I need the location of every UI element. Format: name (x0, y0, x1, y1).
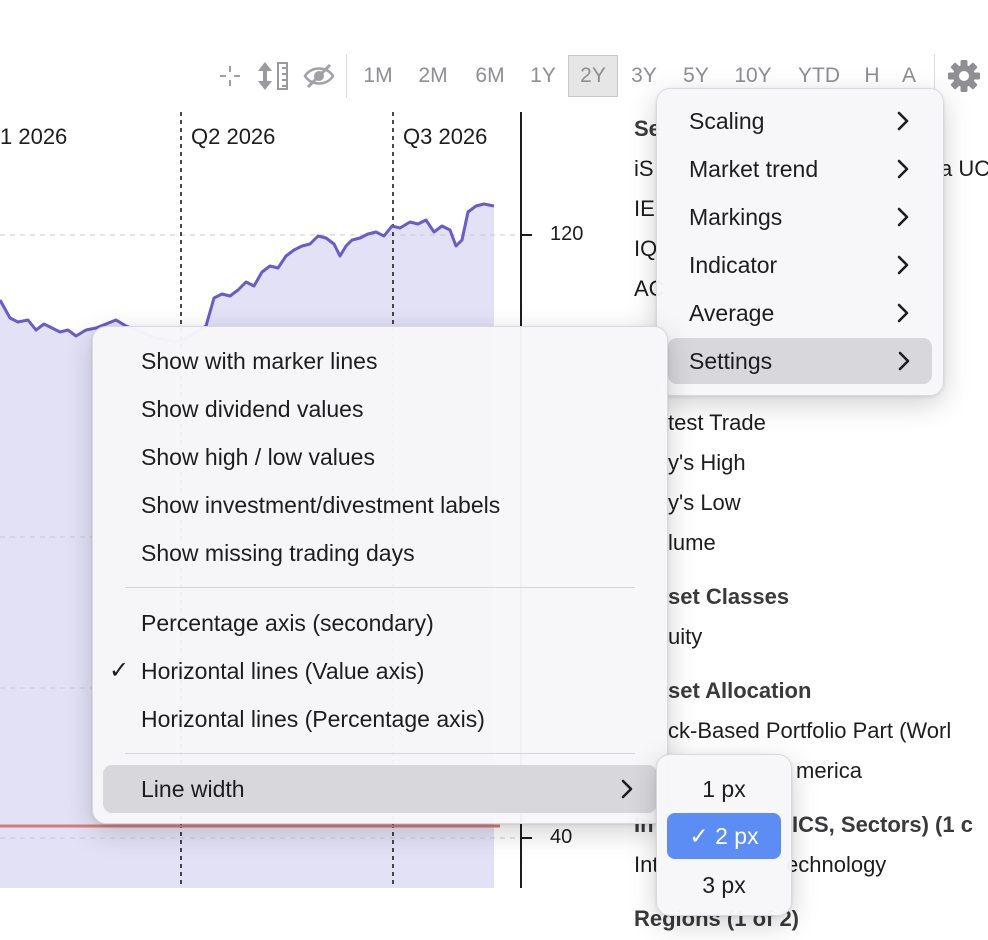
menu-item-label: Show dividend values (141, 396, 364, 422)
panel-line: lume (668, 530, 716, 555)
range-1y[interactable]: 1Y (522, 58, 564, 94)
eye-slash-icon[interactable] (302, 56, 336, 96)
menu-item-percentage-axis[interactable]: Percentage axis (secondary) (93, 601, 667, 645)
panel-heading: set Classes (668, 584, 790, 609)
crosshair-icon[interactable] (216, 56, 244, 96)
quarter-label: 1 2026 (0, 124, 68, 149)
axis-tick-label: 120 (550, 223, 584, 245)
menu-item-label: Indicator (689, 252, 778, 278)
line-width-submenu: 1 px ✓ 2 px 3 px (656, 754, 792, 916)
panel-line: a UC (940, 156, 988, 181)
range-1m[interactable]: 1M (356, 58, 400, 94)
menu-item-indicator[interactable]: Indicator (657, 243, 943, 287)
panel-line: test Trade (668, 410, 766, 435)
menu-item-label: Horizontal lines (Percentage axis) (141, 706, 485, 732)
panel-line: IQ (634, 236, 658, 261)
menu-item-average[interactable]: Average (657, 291, 943, 335)
menu-item-label: Markings (689, 204, 783, 230)
chevron-right-icon (897, 195, 909, 239)
menu-item-label: Horizontal lines (Value axis) (141, 658, 425, 684)
axis-tick-label: 40 (550, 826, 573, 848)
toolbar-divider (346, 54, 347, 98)
menu-item-label: Market trend (689, 156, 819, 182)
settings-submenu: Show with marker lines Show dividend val… (92, 326, 668, 824)
gear-icon[interactable] (944, 56, 984, 96)
chevron-right-icon (897, 147, 909, 191)
menu-separator (125, 587, 635, 588)
menu-item-label: 3 px (702, 872, 746, 898)
panel-line: y's Low (668, 490, 741, 515)
menu-item-scaling[interactable]: Scaling (657, 99, 943, 143)
chevron-right-icon (897, 99, 909, 143)
menu-item-dividend-values[interactable]: Show dividend values (93, 387, 667, 431)
vertical-resize-icon[interactable] (254, 56, 292, 96)
checkmark-icon: ✓ (109, 657, 130, 684)
menu-item-marker-lines[interactable]: Show with marker lines (93, 339, 667, 383)
panel-heading: ICS, Sectors) (1 c (792, 812, 973, 837)
menu-item-missing-trading-days[interactable]: Show missing trading days (93, 531, 667, 575)
chart-options-menu: Scaling Market trend Markings Indicator … (656, 88, 944, 396)
menu-item-market-trend[interactable]: Market trend (657, 147, 943, 191)
menu-item-label: Show missing trading days (141, 540, 415, 566)
menu-item-2px[interactable]: ✓ 2 px (667, 813, 781, 859)
panel-line: iS (634, 156, 654, 181)
panel-line: IE (634, 196, 655, 221)
panel-line: ck-Based Portfolio Part (Worl (668, 718, 952, 743)
panel-line: Int (634, 852, 659, 877)
menu-item-label: 2 px (715, 823, 759, 849)
panel-line: y's High (668, 450, 746, 475)
menu-item-label: Settings (689, 348, 773, 374)
menu-item-label: Average (689, 300, 775, 326)
menu-separator (125, 753, 635, 754)
menu-item-label: Percentage axis (secondary) (141, 610, 434, 636)
menu-item-label: Show with marker lines (141, 348, 378, 374)
menu-item-3px[interactable]: 3 px (657, 863, 791, 907)
range-6m[interactable]: 6M (466, 58, 514, 94)
axis-tick (522, 234, 532, 236)
panel-line: uity (668, 624, 703, 649)
checkmark-icon: ✓ (689, 823, 709, 849)
range-2y[interactable]: 2Y (568, 55, 618, 97)
menu-item-label: Show high / low values (141, 444, 375, 470)
menu-item-investment-labels[interactable]: Show investment/divestment labels (93, 483, 667, 527)
menu-item-label: Line width (141, 776, 245, 802)
menu-item-high-low-values[interactable]: Show high / low values (93, 435, 667, 479)
menu-item-markings[interactable]: Markings (657, 195, 943, 239)
range-3y[interactable]: 3Y (622, 58, 666, 94)
quarter-label: Q3 2026 (403, 124, 488, 149)
menu-item-label: 1 px (702, 776, 746, 802)
chevron-right-icon (897, 291, 909, 335)
chevron-right-icon (897, 243, 909, 287)
menu-item-1px[interactable]: 1 px (657, 767, 791, 811)
panel-heading: set Allocation (668, 678, 812, 703)
menu-item-label: Show investment/divestment labels (141, 492, 501, 518)
panel-line: merica (796, 758, 863, 783)
chevron-right-icon (898, 338, 910, 384)
range-2m[interactable]: 2M (410, 58, 456, 94)
quarter-label: Q2 2026 (191, 124, 276, 149)
menu-item-label: Scaling (689, 108, 765, 134)
menu-item-horizontal-lines-percentage[interactable]: Horizontal lines (Percentage axis) (93, 697, 667, 741)
menu-item-settings[interactable]: Settings (668, 338, 932, 384)
panel-line: echnology (786, 852, 887, 877)
chevron-right-icon (621, 765, 633, 813)
menu-item-horizontal-lines-value[interactable]: ✓ Horizontal lines (Value axis) (93, 649, 667, 693)
menu-item-line-width[interactable]: Line width (103, 765, 657, 813)
axis-tick (522, 837, 532, 839)
